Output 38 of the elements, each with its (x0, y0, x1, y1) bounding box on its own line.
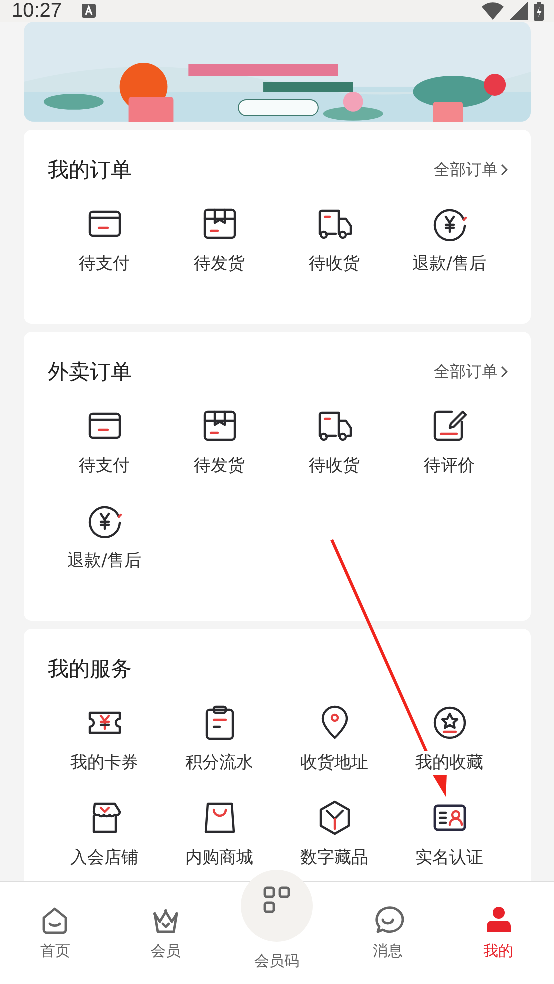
menu-item[interactable]: 退款/售后 (47, 503, 162, 573)
menu-item[interactable]: 待发货 (162, 206, 277, 276)
keyboard-icon (82, 4, 96, 18)
menu-item[interactable]: 收货地址 (277, 705, 392, 775)
menu-item[interactable]: 待支付 (47, 206, 162, 276)
menu-item[interactable]: 积分流水 (162, 705, 277, 775)
menu-item[interactable]: 内购商城 (162, 800, 277, 870)
menu-item[interactable]: 退款/售后 (392, 206, 507, 276)
signal-icon (510, 2, 528, 20)
chevron-right-icon (501, 366, 508, 378)
chevron-right-icon (501, 164, 508, 176)
menu-item[interactable]: 待收货 (277, 408, 392, 478)
tab-item[interactable]: 我的 (443, 882, 554, 984)
tab-item[interactable]: 消息 (332, 882, 444, 984)
menu-item[interactable]: 待收货 (277, 206, 392, 276)
all-orders-link[interactable]: 全部订单 (434, 362, 508, 382)
section-title: 外卖订单 (48, 359, 132, 386)
menu-item[interactable]: 我的卡券 (47, 705, 162, 775)
menu-item[interactable]: 待评价 (392, 408, 507, 478)
all-orders-link[interactable]: 全部订单 (434, 160, 508, 180)
star-circle-icon (432, 705, 468, 741)
menu-item[interactable]: 数字藏品 (277, 800, 392, 870)
battery-icon (534, 2, 544, 20)
note-pencil-icon (432, 408, 468, 444)
tab-item[interactable]: 会员码 (222, 882, 332, 984)
status-time: 10:27 (12, 0, 62, 22)
tab-item[interactable]: 首页 (0, 882, 111, 984)
section-title: 我的服务 (48, 656, 132, 683)
menu-item[interactable]: 我的收藏 (392, 705, 507, 775)
section-title: 我的订单 (48, 157, 132, 184)
box-icon (202, 206, 238, 242)
box-icon (202, 408, 238, 444)
menu-item[interactable]: 待发货 (162, 408, 277, 478)
menu-item[interactable]: 入会店铺 (47, 800, 162, 870)
tab-item[interactable]: 会员 (110, 882, 222, 984)
menu-item[interactable]: 待支付 (47, 408, 162, 478)
wifi-icon (482, 2, 504, 20)
menu-item[interactable]: 实名认证 (392, 800, 507, 870)
